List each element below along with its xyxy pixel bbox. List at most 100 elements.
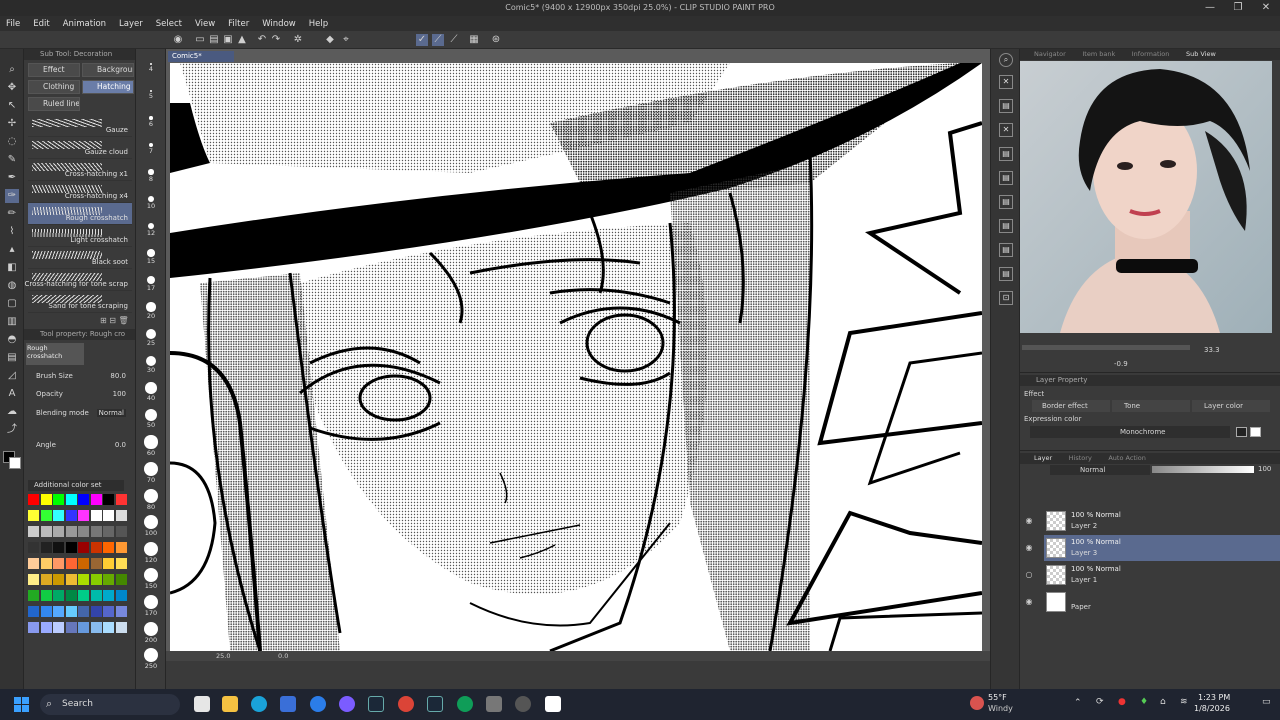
clip-studio-icon[interactable]: [545, 696, 561, 712]
color-swatch[interactable]: [65, 622, 77, 633]
color-swatch[interactable]: [78, 526, 89, 537]
move-icon[interactable]: ✥: [5, 81, 19, 95]
color-swatch[interactable]: [90, 494, 102, 505]
brush-list-actions[interactable]: ⊞ ⊟ 🗑: [100, 316, 129, 325]
brush-size-preset[interactable]: 10: [136, 196, 166, 210]
tab-information[interactable]: Information: [1132, 49, 1170, 60]
color-swatch[interactable]: [78, 590, 89, 601]
brush-item[interactable]: Cross-hatching x4: [28, 181, 132, 203]
store-icon[interactable]: [280, 696, 296, 712]
color-swatch[interactable]: [115, 606, 127, 617]
tray-chevron-icon[interactable]: ⌃: [1074, 698, 1082, 708]
layer-opacity-value[interactable]: 100: [1258, 465, 1271, 473]
color-swatch[interactable]: [28, 606, 39, 617]
windows-start-icon[interactable]: [14, 697, 29, 712]
color-swatch[interactable]: [40, 558, 52, 569]
color-swatch[interactable]: [28, 622, 39, 633]
settings-icon[interactable]: ▦: [468, 34, 480, 46]
figure-icon[interactable]: ▢: [5, 297, 19, 311]
category-background[interactable]: Backgroun: [82, 63, 134, 77]
layer-color-button[interactable]: Layer color: [1192, 400, 1270, 412]
material-icon[interactable]: ▤: [999, 99, 1013, 113]
brush-size-preset[interactable]: 200: [136, 621, 166, 644]
brush-size-preset[interactable]: 250: [136, 648, 166, 670]
blend-icon[interactable]: ◍: [5, 279, 19, 293]
open-file-icon[interactable]: ▤: [208, 34, 220, 46]
color-swatch[interactable]: [40, 542, 52, 553]
brush-item[interactable]: Light crosshatch: [28, 225, 132, 247]
color-swatch[interactable]: [78, 622, 89, 633]
color-swatch[interactable]: [115, 494, 127, 505]
pencil-icon[interactable]: ✏: [5, 207, 19, 221]
menu-view[interactable]: View: [195, 19, 215, 29]
color-swatch[interactable]: [53, 526, 64, 537]
palette-7-icon[interactable]: ⊡: [999, 291, 1013, 305]
correct-line-icon[interactable]: ⤴: [5, 423, 19, 437]
color-swatch[interactable]: [65, 574, 77, 585]
tray-app-icon[interactable]: ●: [1118, 697, 1126, 707]
color-swatch[interactable]: [78, 510, 89, 521]
color-swatch[interactable]: [40, 526, 52, 537]
color-swatch[interactable]: [28, 558, 39, 569]
brush-size-preset[interactable]: 60: [136, 435, 166, 457]
sub-view-slider[interactable]: [1022, 345, 1190, 350]
color-swatch[interactable]: [90, 558, 102, 569]
brush-item[interactable]: Gauze cloud: [28, 137, 132, 159]
color-set-select[interactable]: Additional color set: [28, 480, 124, 491]
color-swatch[interactable]: [90, 510, 102, 521]
color-swatch[interactable]: [53, 510, 64, 521]
gradient-icon[interactable]: ▤: [5, 351, 19, 365]
brush-size-preset[interactable]: 7: [136, 142, 166, 155]
discord-icon[interactable]: [339, 696, 355, 712]
fill-tool-icon[interactable]: ◓: [5, 333, 19, 347]
airbrush-icon[interactable]: ▴: [5, 243, 19, 257]
app-3-icon[interactable]: [515, 696, 531, 712]
tab-history[interactable]: History: [1069, 453, 1092, 464]
file-explorer-icon[interactable]: [222, 696, 238, 712]
search-icon[interactable]: ⌕: [999, 53, 1013, 67]
color-swatch[interactable]: [40, 590, 52, 601]
brush-size-preset[interactable]: 150: [136, 568, 166, 590]
color-swatch[interactable]: [103, 606, 114, 617]
color-swatch[interactable]: [28, 590, 39, 601]
color-swatch[interactable]: [103, 558, 114, 569]
menu-file[interactable]: File: [6, 19, 20, 29]
palette-4-icon[interactable]: ▤: [999, 219, 1013, 233]
angle-value[interactable]: 0.0: [115, 441, 126, 449]
layer-blend-select[interactable]: Normal: [1050, 465, 1150, 475]
layer-row[interactable]: 100 % Normal Layer 1: [1044, 562, 1280, 588]
layer-visibility-icon[interactable]: ◉: [1024, 543, 1034, 553]
color-swatch[interactable]: [115, 526, 127, 537]
new-file-icon[interactable]: ▭: [194, 34, 206, 46]
color-swatch[interactable]: [115, 622, 127, 633]
color-swatch[interactable]: [53, 622, 64, 633]
text-icon[interactable]: A: [5, 387, 19, 401]
color-swatch[interactable]: [78, 558, 89, 569]
color-swatch[interactable]: [53, 542, 64, 553]
steam-icon[interactable]: [368, 696, 384, 712]
close-button[interactable]: ✕: [1252, 2, 1280, 13]
color-swatch[interactable]: [103, 494, 114, 505]
color-swatch[interactable]: [90, 606, 102, 617]
color-swatch[interactable]: [115, 590, 127, 601]
category-hatching[interactable]: Hatching o: [82, 80, 134, 94]
blending-mode-select[interactable]: Normal: [96, 409, 126, 417]
layer-visibility-icon[interactable]: ◉: [1024, 516, 1034, 526]
menu-select[interactable]: Select: [156, 19, 182, 29]
save-icon[interactable]: ▣: [222, 34, 234, 46]
palette-1-icon[interactable]: ▤: [999, 147, 1013, 161]
tone-button[interactable]: Tone: [1112, 400, 1190, 412]
color-swatch[interactable]: [90, 622, 102, 633]
color-swatch[interactable]: [28, 494, 39, 505]
remove-icon[interactable]: ✕: [999, 123, 1013, 137]
clock-time[interactable]: 1:23 PM: [1198, 693, 1230, 702]
eyedropper-icon[interactable]: ✎: [5, 153, 19, 167]
tray-network-icon[interactable]: ⌂: [1160, 697, 1166, 707]
edge-icon[interactable]: [251, 696, 267, 712]
zoom-icon[interactable]: ⌕: [5, 63, 19, 77]
category-ruled-line[interactable]: Ruled line: [28, 97, 80, 111]
color-swatch[interactable]: [28, 574, 39, 585]
color-swatch[interactable]: [115, 542, 127, 553]
home-icon[interactable]: ◉: [172, 34, 184, 46]
canvas-tab[interactable]: Comic5*: [168, 51, 234, 62]
